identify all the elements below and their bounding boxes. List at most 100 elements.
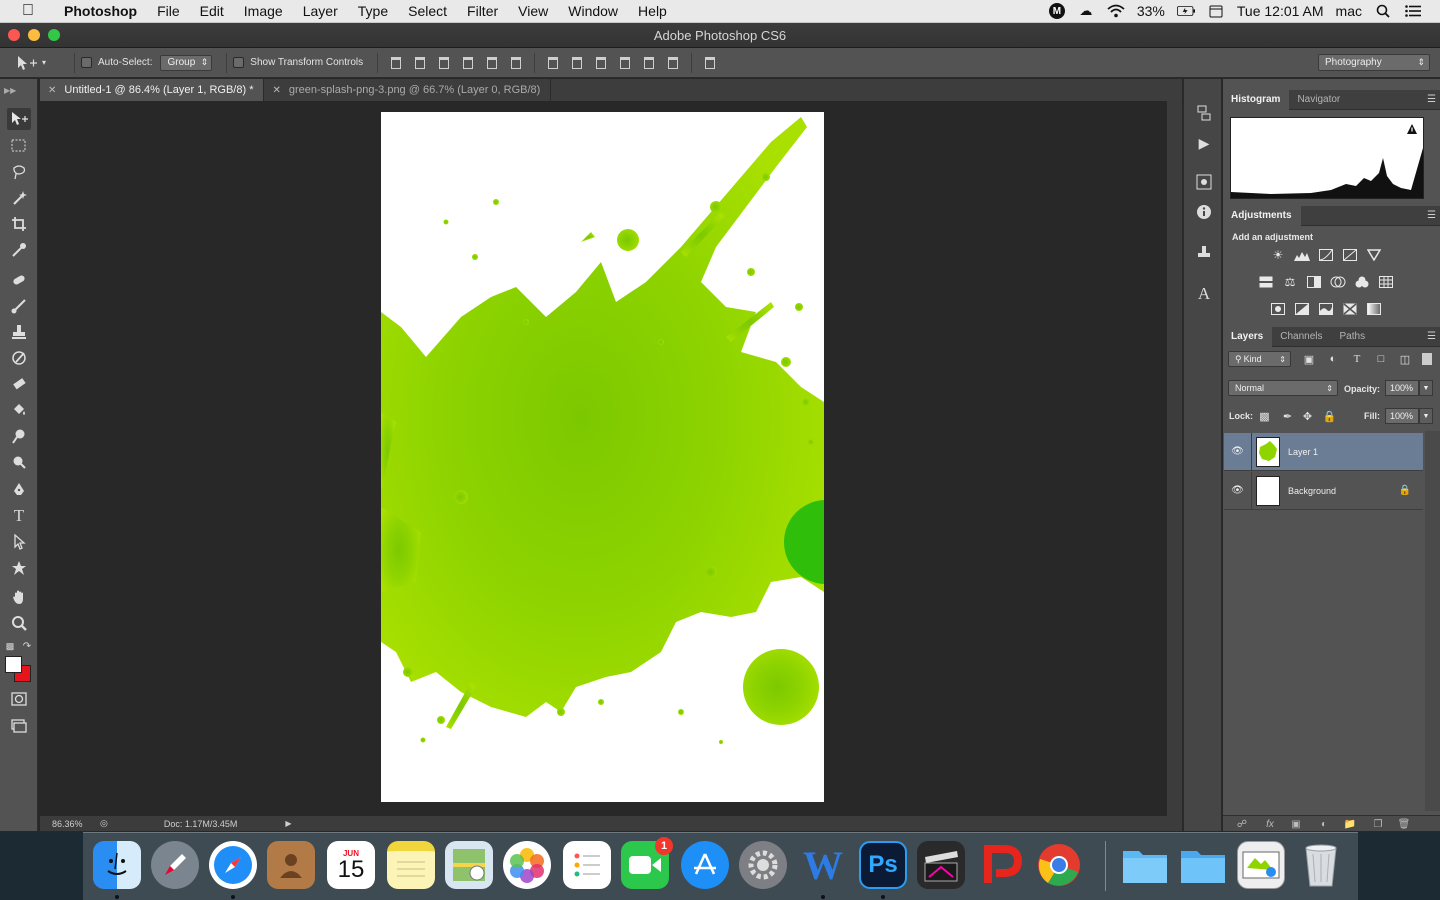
layer-name[interactable]: Background xyxy=(1288,486,1336,496)
layers-scrollbar[interactable] xyxy=(1425,431,1440,811)
panel-collapse-icon[interactable]: ▶▶ xyxy=(0,79,37,101)
actions-play-icon[interactable]: ▶ xyxy=(1193,133,1215,153)
photo-filter-icon[interactable] xyxy=(1330,275,1346,289)
black-white-icon[interactable] xyxy=(1306,275,1322,289)
layer-filter-kind-dropdown[interactable]: ⚲ Kind xyxy=(1228,351,1291,367)
canvas-workspace[interactable] xyxy=(40,101,1182,816)
vibrance-icon[interactable] xyxy=(1366,248,1382,262)
zoom-blur-tool-icon[interactable] xyxy=(7,451,31,473)
filter-type-layers-icon[interactable]: T xyxy=(1350,352,1364,366)
opacity-slider-toggle[interactable]: ▼ xyxy=(1419,380,1433,396)
link-layers-icon[interactable]: ☍ xyxy=(1235,818,1249,830)
swap-colors-icon[interactable]: ↷ xyxy=(20,635,34,657)
status-menu-arrow-icon[interactable]: ▶ xyxy=(285,819,291,828)
distribute-left-icon[interactable] xyxy=(617,55,633,71)
filter-adjustment-layers-icon[interactable]: ◐ xyxy=(1326,352,1340,366)
dodge-tool-icon[interactable] xyxy=(7,425,31,447)
align-right-edges-icon[interactable] xyxy=(508,55,524,71)
lock-all-icon[interactable]: 🔒 xyxy=(1323,410,1337,423)
posterize-icon[interactable] xyxy=(1294,302,1310,316)
tab-histogram[interactable]: Histogram xyxy=(1223,89,1290,110)
menu-image[interactable]: Image xyxy=(234,3,293,19)
foreground-color-swatch[interactable] xyxy=(5,656,22,673)
menu-edit[interactable]: Edit xyxy=(190,3,234,19)
menu-type[interactable]: Type xyxy=(348,3,398,19)
transform-controls-checkbox[interactable] xyxy=(233,57,245,68)
align-top-edges-icon[interactable] xyxy=(388,55,404,71)
panel-menu-icon[interactable]: ☰ xyxy=(1427,210,1436,221)
menu-layer[interactable]: Layer xyxy=(293,3,348,19)
filter-shape-layers-icon[interactable]: □ xyxy=(1374,352,1388,366)
clock[interactable]: Tue 12:01 AM xyxy=(1237,3,1324,19)
apple-icon[interactable]:  xyxy=(20,2,36,19)
new-layer-icon[interactable]: ❐ xyxy=(1371,818,1385,830)
window-minimize-button[interactable] xyxy=(28,29,40,41)
eraser-tool-icon[interactable] xyxy=(7,373,31,395)
tool-preset-picker[interactable]: ▾ xyxy=(16,52,68,74)
info-panel-icon[interactable] xyxy=(1193,202,1215,222)
notification-center-icon[interactable] xyxy=(1404,3,1422,19)
paint-bucket-tool-icon[interactable] xyxy=(7,399,31,421)
align-left-edges-icon[interactable] xyxy=(460,55,476,71)
panel-menu-icon[interactable]: ☰ xyxy=(1427,94,1436,105)
lasso-tool-icon[interactable] xyxy=(7,161,31,183)
document-tab-green-splash[interactable]: ✕ green-splash-png-3.png @ 66.7% (Layer … xyxy=(264,79,552,101)
user-name[interactable]: mac xyxy=(1336,3,1362,19)
zoom-tool-icon[interactable] xyxy=(7,612,31,634)
lock-image-pixels-icon[interactable]: ✒ xyxy=(1281,410,1294,423)
opacity-field[interactable]: 100% xyxy=(1385,380,1419,396)
maps-icon[interactable] xyxy=(445,841,493,889)
layer-lock-icon[interactable]: 🔒 xyxy=(1399,485,1411,496)
menu-app-name[interactable]: Photoshop xyxy=(54,3,147,19)
downloads-folder-icon[interactable] xyxy=(1179,841,1227,889)
invert-icon[interactable] xyxy=(1270,302,1286,316)
photoshop-app-icon[interactable]: Ps xyxy=(859,841,907,889)
tab-adjustments[interactable]: Adjustments xyxy=(1223,205,1301,226)
healing-brush-tool-icon[interactable] xyxy=(7,269,31,291)
layer-name[interactable]: Layer 1 xyxy=(1288,447,1318,457)
screen-mode-icon[interactable] xyxy=(7,715,31,737)
creative-cloud-icon[interactable]: ☁ xyxy=(1077,3,1095,19)
exposure-icon[interactable] xyxy=(1342,248,1358,262)
clone-source-icon[interactable] xyxy=(1193,243,1215,263)
path-selection-tool-icon[interactable] xyxy=(7,531,31,553)
document-canvas[interactable] xyxy=(381,112,824,802)
app-store-icon[interactable] xyxy=(681,841,729,889)
distribute-hcenter-icon[interactable] xyxy=(641,55,657,71)
color-balance-icon[interactable]: ⚖ xyxy=(1282,275,1298,289)
safari-compass-icon[interactable] xyxy=(209,841,257,889)
calendar-menu-icon[interactable] xyxy=(1207,3,1225,19)
threshold-icon[interactable] xyxy=(1318,302,1334,316)
word-app-icon[interactable]: W xyxy=(799,841,847,889)
battery-percent[interactable]: 33% xyxy=(1137,3,1165,19)
contacts-icon[interactable] xyxy=(267,841,315,889)
status-icon[interactable]: ◎ xyxy=(100,818,108,829)
brush-tool-icon[interactable] xyxy=(7,295,31,317)
cache-warning-icon[interactable] xyxy=(1406,122,1418,134)
history-panel-icon[interactable] xyxy=(1193,103,1215,123)
photos-flower-icon[interactable] xyxy=(503,841,551,889)
folder-icon[interactable] xyxy=(1121,841,1169,889)
distribute-right-icon[interactable] xyxy=(665,55,681,71)
trash-icon[interactable] xyxy=(1297,841,1345,889)
auto-select-toggle[interactable]: Auto-Select: xyxy=(81,57,152,68)
tab-paths[interactable]: Paths xyxy=(1332,327,1375,347)
final-cut-clapper-icon[interactable] xyxy=(917,841,965,889)
chrome-icon[interactable] xyxy=(1035,841,1083,889)
align-horizontal-centers-icon[interactable] xyxy=(484,55,500,71)
spotlight-search-icon[interactable] xyxy=(1374,3,1392,19)
window-zoom-button[interactable] xyxy=(48,29,60,41)
channel-mixer-icon[interactable] xyxy=(1354,275,1370,289)
layer-row-background[interactable]: 👁 Background 🔒 xyxy=(1224,471,1423,510)
distribute-bottom-icon[interactable] xyxy=(593,55,609,71)
custom-shape-tool-icon[interactable] xyxy=(7,557,31,579)
calendar-app-icon[interactable]: JUN 15 xyxy=(327,841,375,889)
lock-transparent-pixels-icon[interactable]: ▩ xyxy=(1258,410,1271,423)
filter-pixel-layers-icon[interactable]: ▣ xyxy=(1302,352,1316,366)
visibility-eye-icon[interactable]: 👁 xyxy=(1224,432,1252,471)
distribute-vcenter-icon[interactable] xyxy=(569,55,585,71)
eyedropper-tool-icon[interactable] xyxy=(7,239,31,261)
facetime-icon[interactable]: 1 xyxy=(621,837,673,889)
auto-select-target-dropdown[interactable]: Group xyxy=(160,54,213,71)
curves-icon[interactable] xyxy=(1318,248,1334,262)
